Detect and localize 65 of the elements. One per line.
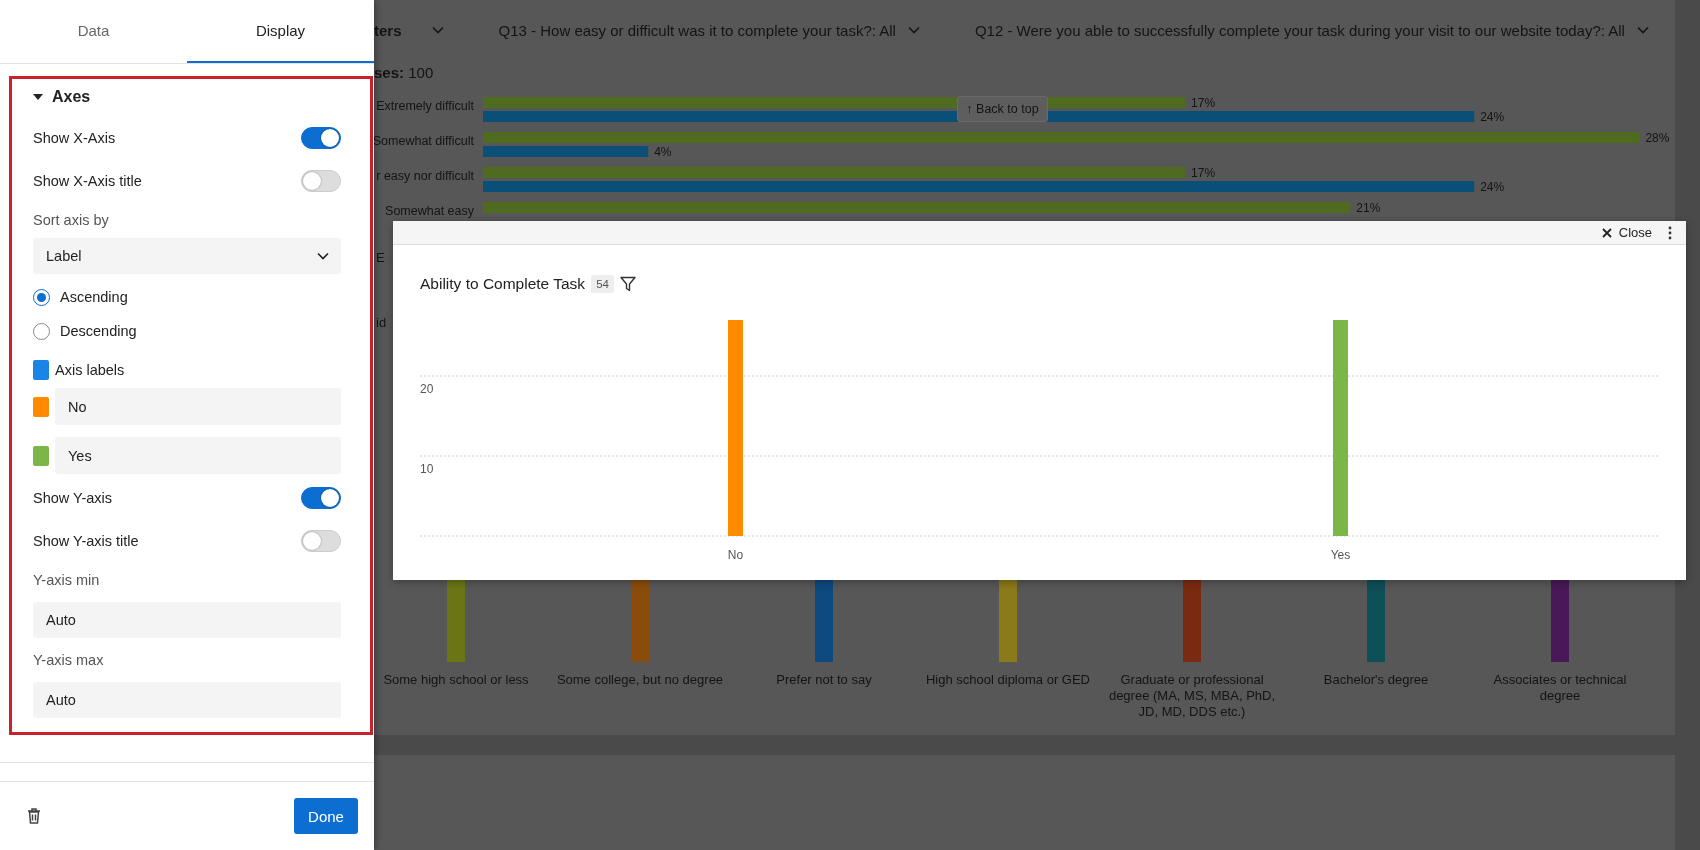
axis-label: Somewhat easy (385, 204, 474, 218)
swatch-label: Axis labels (55, 362, 125, 378)
done-button[interactable]: Done (294, 798, 358, 834)
response-count: ses: 100 (374, 63, 435, 83)
axis-label: Graduate or professional degree (MA, MS, MBA, PhD, JD, MD, DDS etc.) (1107, 672, 1277, 720)
radio-button[interactable] (33, 288, 50, 306)
radio-label: Descending (60, 323, 137, 339)
filter-button[interactable] (619, 276, 636, 292)
axis-label: Some high school or less (382, 672, 530, 688)
field-label: Y-axis max (33, 652, 105, 670)
label-field[interactable]: No (55, 388, 341, 425)
label-field[interactable]: Yes (55, 437, 341, 474)
tick-label: No (727, 548, 744, 562)
kebab-icon (1668, 225, 1672, 240)
radio-label: Ascending (60, 289, 128, 305)
tick-label: 10 (420, 462, 434, 476)
data-label: 28% (1645, 131, 1670, 145)
filter-icon (619, 276, 636, 292)
toggle-switch[interactable] (301, 487, 341, 509)
axis-label: High school diploma or GED (925, 672, 1091, 688)
chevron-down-icon (317, 252, 329, 260)
close-button[interactable]: Close (1601, 225, 1652, 240)
axis-label: E (375, 250, 386, 265)
color-swatch[interactable] (33, 445, 49, 466)
chevron-down-icon (907, 26, 920, 34)
toggle-label: Show X-Axis title (33, 173, 142, 189)
toggle-label: Show Y-axis (33, 490, 112, 506)
data-label: 21% (1356, 201, 1381, 215)
data-label: 4% (654, 145, 672, 159)
more-button[interactable] (1666, 225, 1674, 240)
chart-title: Ability to Complete Task (420, 275, 586, 293)
radio-button[interactable] (33, 322, 50, 340)
sort-dropdown[interactable]: Label (33, 238, 341, 274)
tick-label: 20 (420, 382, 434, 396)
field-label: Y-axis min (33, 572, 101, 590)
chevron-down-icon (431, 26, 444, 34)
color-swatch[interactable] (33, 360, 49, 380)
input-field[interactable]: Auto (33, 602, 341, 638)
axis-label: Bachelor's degree (1322, 672, 1430, 688)
count-badge: 54 (591, 275, 614, 293)
axis-label: id (375, 315, 388, 330)
color-swatch[interactable] (33, 396, 49, 417)
tab[interactable]: Data (0, 0, 187, 63)
delete-button[interactable] (27, 808, 41, 824)
toggle-label: Show X-Axis (33, 130, 116, 146)
axis-label: Extremely difficult (376, 99, 474, 113)
data-label: 24% (1480, 180, 1505, 194)
axis-label: Somewhat difficult (374, 134, 474, 148)
tick-label: Yes (1330, 548, 1351, 562)
section-header[interactable]: Axes (33, 87, 91, 106)
close-icon (1601, 227, 1612, 238)
axis-label: Prefer not to say (775, 672, 873, 688)
data-label: 17% (1191, 96, 1216, 110)
axis-label: Associates or technical degree (1492, 672, 1628, 704)
axis-label: r easy nor difficult (376, 169, 474, 183)
toggle-label: Show Y-axis title (33, 533, 139, 549)
chevron-down-icon (1636, 26, 1649, 34)
field-label: Sort axis by (33, 212, 110, 230)
data-label: 17% (1191, 166, 1216, 180)
axis-label: Some college, but no degree (555, 672, 725, 688)
data-label: 24% (1480, 110, 1505, 124)
trash-icon (27, 808, 41, 824)
input-field[interactable]: Auto (33, 682, 341, 718)
toggle-switch[interactable] (301, 127, 341, 149)
tab[interactable]: Display (187, 0, 374, 63)
